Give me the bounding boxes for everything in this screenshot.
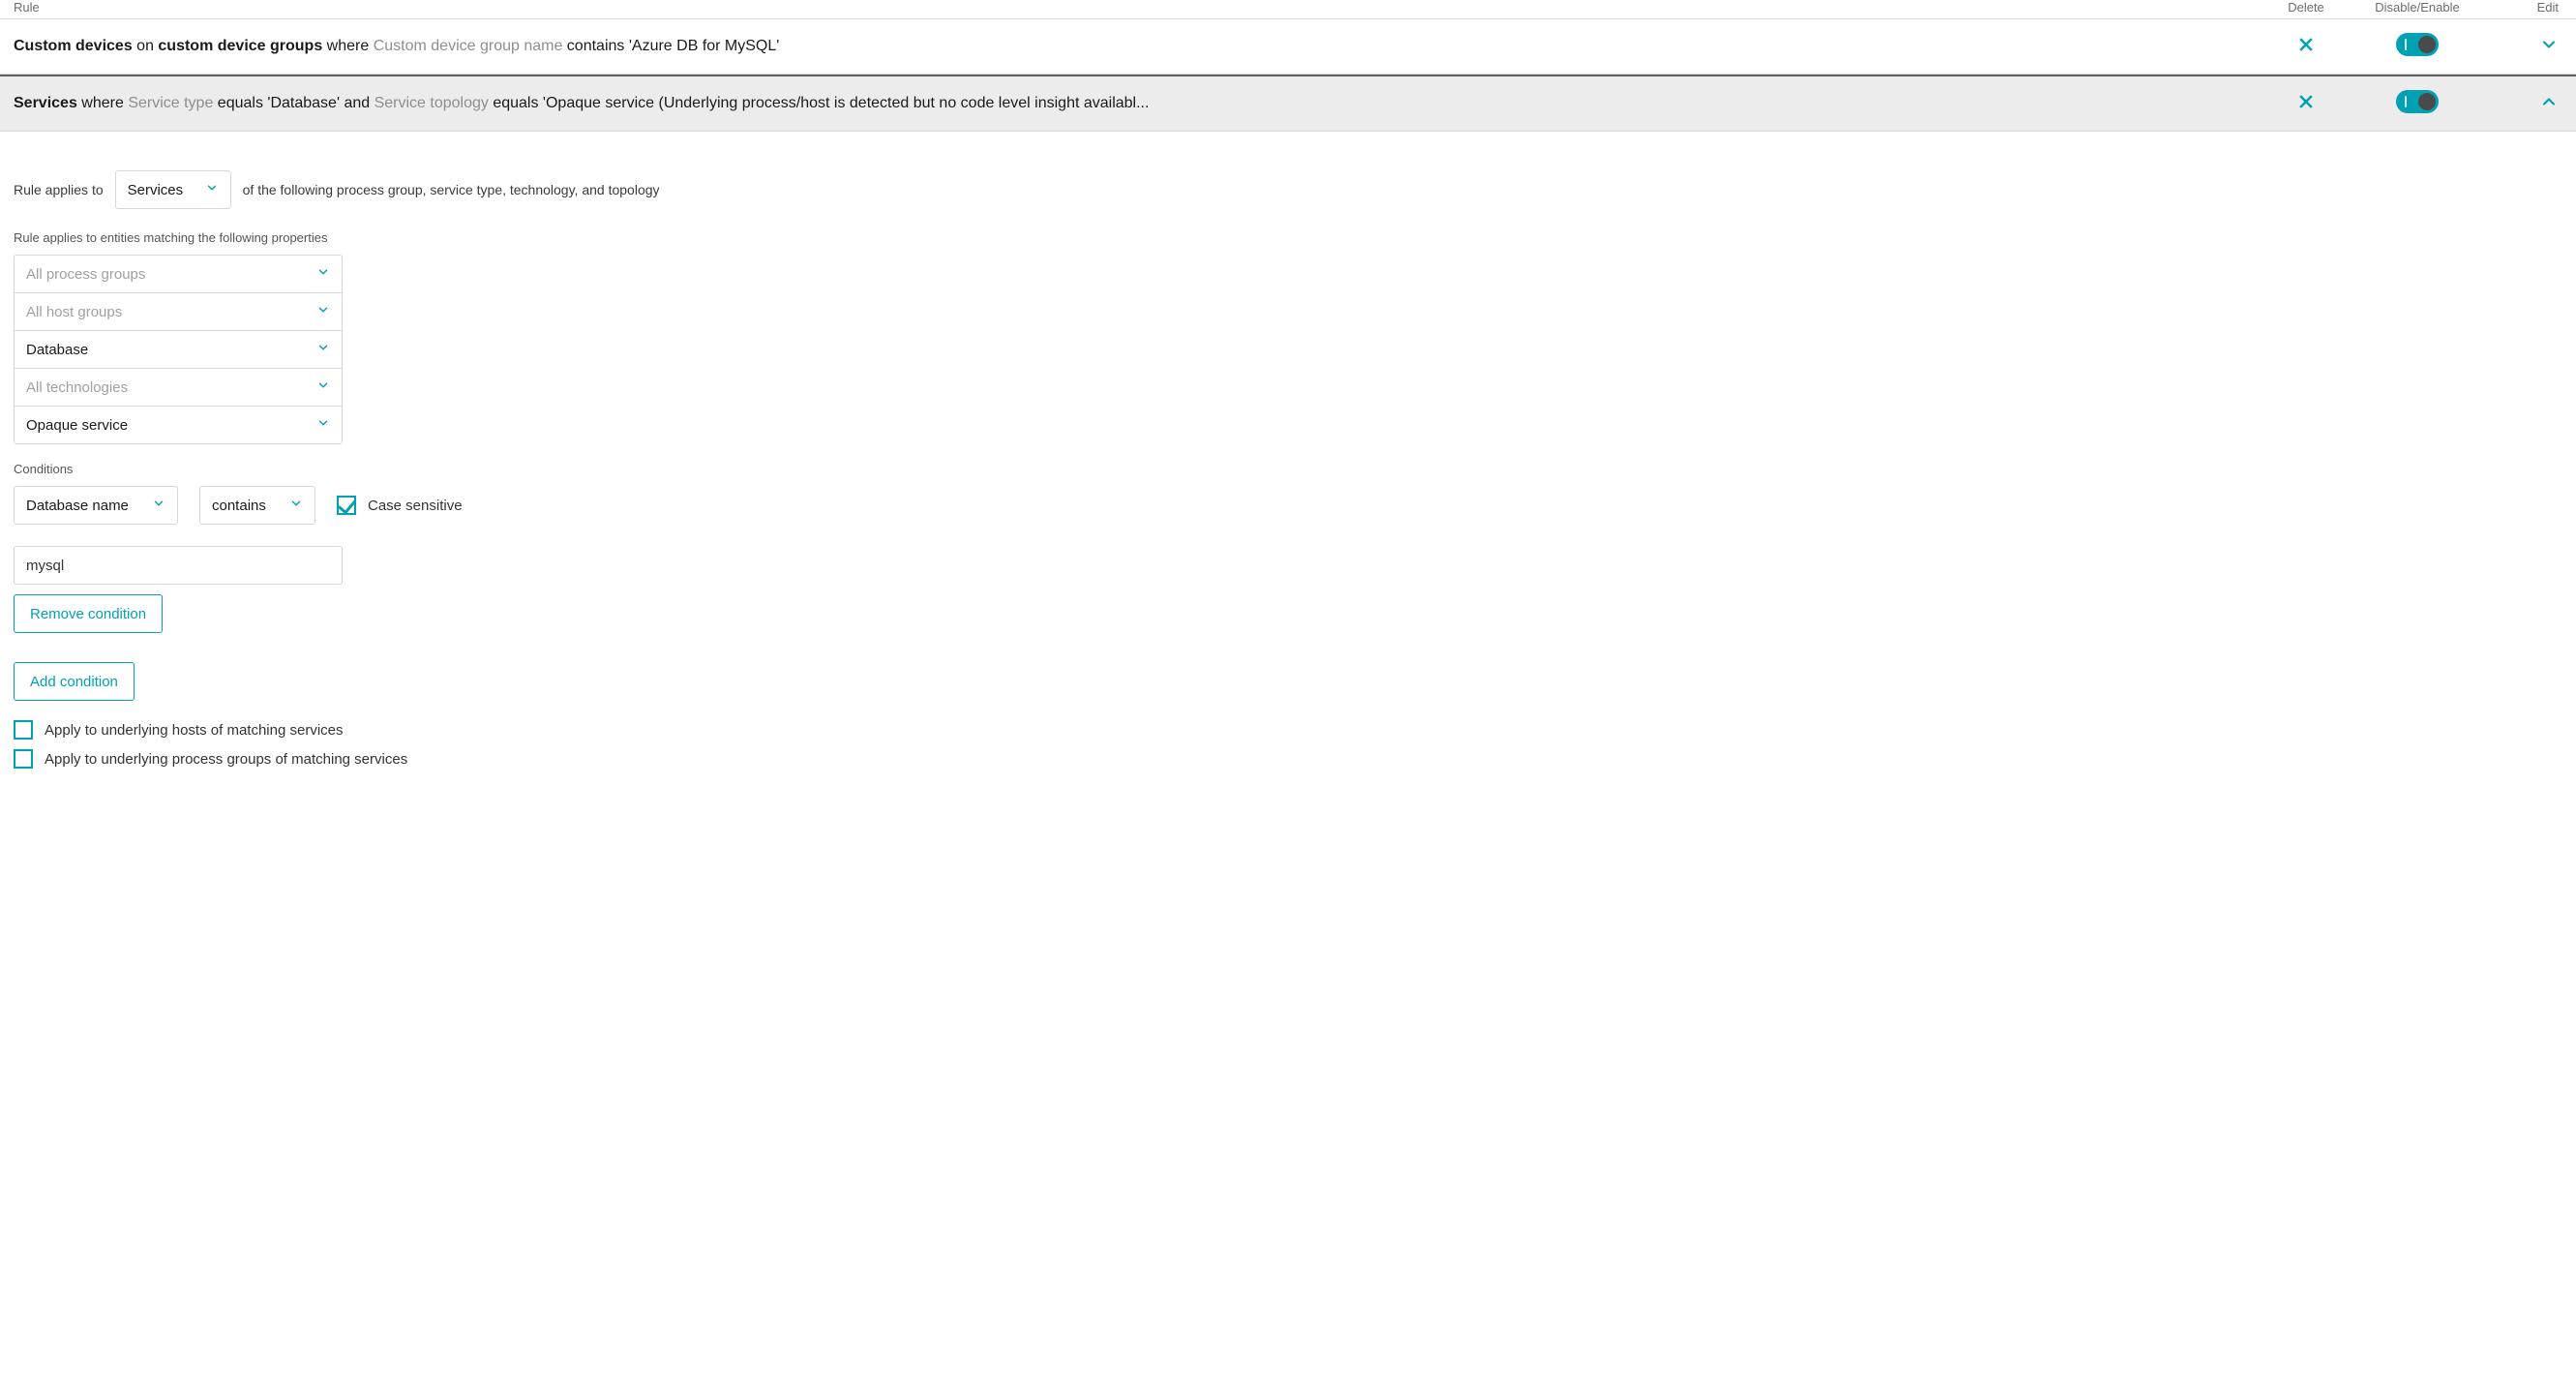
rule-applies-to-label: Rule applies to: [14, 182, 104, 197]
conditions-section-label: Conditions: [14, 462, 2562, 476]
condition-operator-value: contains: [212, 498, 266, 514]
condition-attribute-value: Database name: [26, 498, 129, 514]
technology-filter-value: All technologies: [26, 379, 128, 396]
col-header-rule: Rule: [14, 0, 2262, 15]
process-group-filter[interactable]: All process groups: [14, 255, 343, 293]
condition-attribute-select[interactable]: Database name: [14, 486, 178, 525]
rule-description: Services where Service type equals 'Data…: [14, 93, 2262, 114]
chevron-down-icon: [316, 341, 330, 358]
chevron-down-icon: [316, 303, 330, 320]
apply-process-groups-checkbox[interactable]: [14, 749, 33, 769]
chevron-down-icon: [152, 497, 165, 514]
case-sensitive-checkbox[interactable]: [337, 496, 356, 515]
col-header-enable: Disable/Enable: [2350, 0, 2485, 15]
col-header-delete: Delete: [2262, 0, 2350, 15]
host-group-filter[interactable]: All host groups: [14, 292, 343, 331]
rule-applies-to-value: Services: [128, 182, 184, 198]
properties-section-label: Rule applies to entities matching the fo…: [14, 230, 2562, 245]
delete-rule-button[interactable]: [2296, 92, 2316, 114]
rules-table-header: Rule Delete Disable/Enable Edit: [0, 0, 2576, 19]
collapse-rule-button[interactable]: [2539, 92, 2559, 115]
chevron-down-icon: [205, 181, 219, 198]
chevron-down-icon: [316, 416, 330, 434]
chevron-down-icon: [316, 265, 330, 283]
topology-filter-value: Opaque service: [26, 417, 128, 434]
condition-operator-select[interactable]: contains: [199, 486, 315, 525]
host-group-filter-value: All host groups: [26, 304, 122, 320]
rule-editor: Rule applies to Services of the followin…: [0, 132, 2576, 769]
case-sensitive-label: Case sensitive: [368, 498, 463, 514]
remove-condition-button[interactable]: Remove condition: [14, 594, 163, 633]
rule-row: Custom devices on custom device groups w…: [0, 19, 2576, 75]
rule-applies-to-suffix: of the following process group, service …: [243, 182, 660, 197]
apply-process-groups-label: Apply to underlying process groups of ma…: [45, 751, 407, 768]
add-condition-button[interactable]: Add condition: [14, 662, 135, 701]
service-type-filter-value: Database: [26, 342, 88, 358]
apply-hosts-checkbox[interactable]: [14, 720, 33, 740]
chevron-down-icon: [289, 497, 303, 514]
topology-filter[interactable]: Opaque service: [14, 406, 343, 444]
enable-rule-toggle[interactable]: [2396, 33, 2439, 56]
col-header-edit: Edit: [2485, 0, 2562, 15]
condition-value-input[interactable]: [14, 546, 343, 585]
apply-hosts-label: Apply to underlying hosts of matching se…: [45, 722, 344, 739]
service-type-filter[interactable]: Database: [14, 330, 343, 369]
process-group-filter-value: All process groups: [26, 266, 145, 283]
chevron-down-icon: [316, 378, 330, 396]
enable-rule-toggle[interactable]: [2396, 90, 2439, 113]
rule-applies-to-select[interactable]: Services: [115, 170, 231, 209]
expand-rule-button[interactable]: [2539, 35, 2559, 58]
delete-rule-button[interactable]: [2296, 35, 2316, 57]
rule-description: Custom devices on custom device groups w…: [14, 36, 2262, 57]
technology-filter[interactable]: All technologies: [14, 368, 343, 407]
rule-row: Services where Service type equals 'Data…: [0, 75, 2576, 132]
